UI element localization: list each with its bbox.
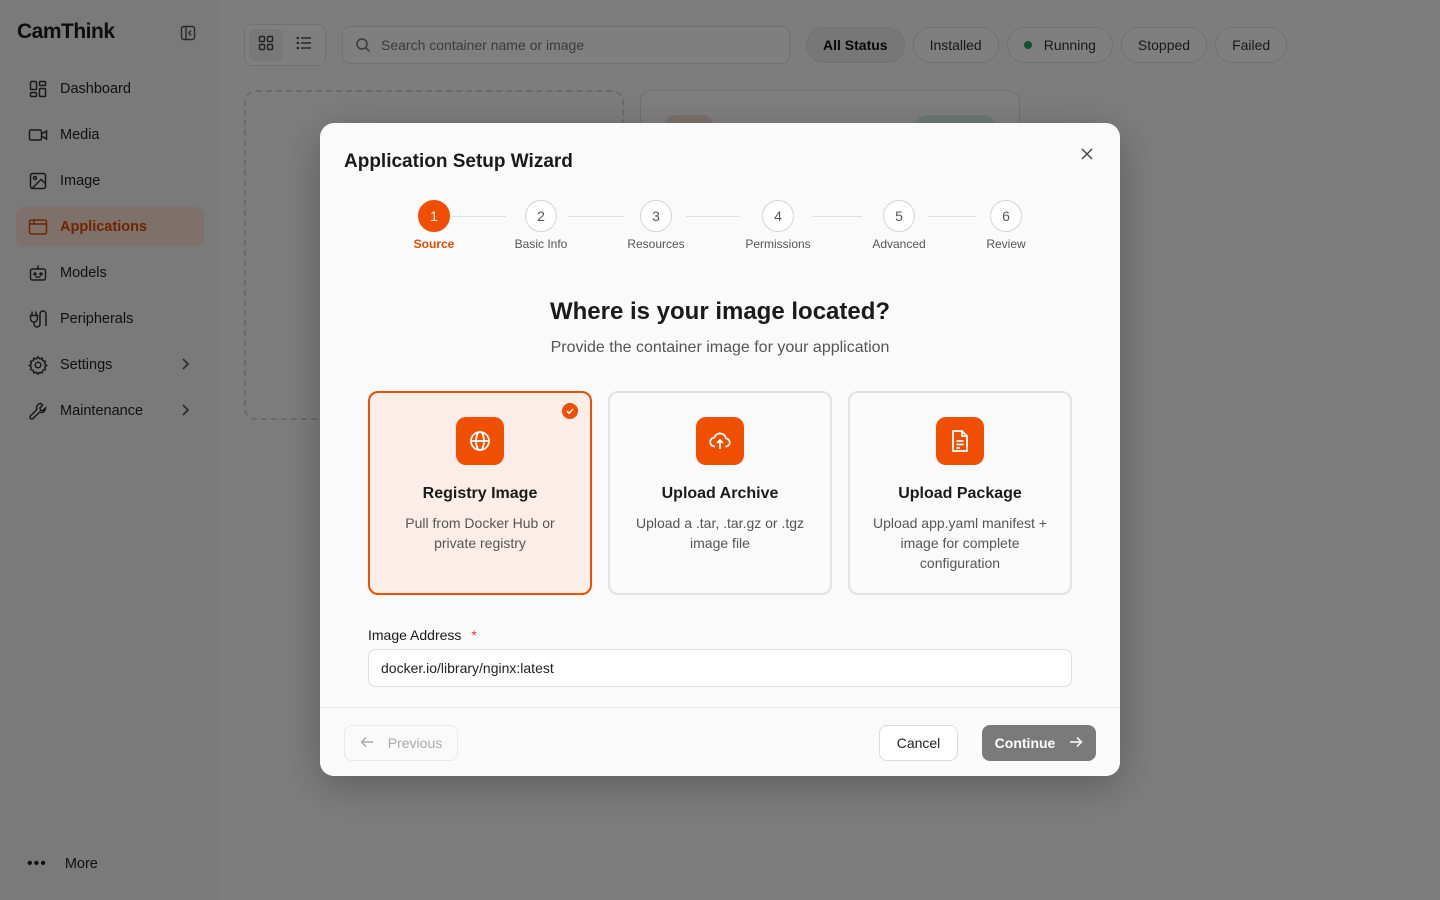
wizard-stepper: 1 Source 2 Basic Info 3 Resources 4 Perm… — [320, 200, 1120, 260]
option-registry-image[interactable]: Registry Image Pull from Docker Hub or p… — [368, 391, 592, 595]
close-icon — [1081, 147, 1093, 165]
button-label: Continue — [994, 735, 1056, 751]
close-button[interactable] — [1078, 147, 1096, 165]
previous-button[interactable]: Previous — [344, 725, 458, 761]
globe-icon — [456, 417, 504, 465]
option-upload-package[interactable]: Upload Package Upload app.yaml manifest … — [848, 391, 1072, 595]
option-title: Registry Image — [422, 485, 538, 502]
arrow-right-icon — [1069, 735, 1083, 751]
step-review[interactable]: 6 Review — [956, 200, 1056, 251]
checkmark-icon — [562, 403, 578, 419]
dialog-footer: Previous Cancel Continue — [320, 707, 1120, 776]
option-title: Upload Package — [898, 485, 1022, 502]
required-marker: * — [471, 627, 477, 643]
field-label-text: Image Address — [368, 627, 462, 643]
step-number: 2 — [525, 200, 557, 232]
step-permissions[interactable]: 4 Permissions — [728, 200, 828, 251]
step-heading: Where is your image located? — [549, 298, 891, 325]
step-subheading: Provide the container image for your app… — [550, 339, 890, 356]
arrow-left-icon — [360, 735, 374, 751]
step-label: Advanced — [872, 237, 926, 251]
step-number: 6 — [990, 200, 1022, 232]
option-description: Pull from Docker Hub or private registry — [405, 515, 555, 551]
step-source[interactable]: 1 Source — [384, 200, 484, 251]
image-address-input[interactable] — [368, 649, 1072, 687]
image-address-label: Image Address * — [368, 627, 477, 643]
step-basic-info[interactable]: 2 Basic Info — [491, 200, 591, 251]
step-label: Source — [413, 237, 455, 251]
option-title: Upload Archive — [661, 485, 779, 502]
dialog-title: Application Setup Wizard — [344, 151, 573, 172]
step-label: Permissions — [745, 237, 811, 251]
step-number: 1 — [418, 200, 450, 232]
step-number: 5 — [883, 200, 915, 232]
option-description: Upload a .tar, .tar.gz or .tgz image fil… — [635, 515, 805, 551]
source-options: Registry Image Pull from Docker Hub or p… — [368, 391, 1072, 595]
cancel-button[interactable]: Cancel — [879, 725, 958, 761]
setup-wizard-dialog: Application Setup Wizard 1 Source 2 Basi… — [320, 123, 1120, 776]
step-label: Basic Info — [514, 237, 568, 251]
cloud-upload-icon — [696, 417, 744, 465]
step-advanced[interactable]: 5 Advanced — [849, 200, 949, 251]
step-label: Resources — [627, 237, 685, 251]
continue-button[interactable]: Continue — [982, 725, 1096, 761]
step-resources[interactable]: 3 Resources — [606, 200, 706, 251]
option-description: Upload app.yaml manifest + image for com… — [873, 515, 1047, 571]
button-label: Previous — [387, 735, 443, 751]
document-icon — [936, 417, 984, 465]
step-number: 4 — [762, 200, 794, 232]
button-label: Cancel — [896, 735, 941, 751]
step-label: Review — [986, 237, 1026, 251]
step-number: 3 — [640, 200, 672, 232]
option-upload-archive[interactable]: Upload Archive Upload a .tar, .tar.gz or… — [608, 391, 832, 595]
